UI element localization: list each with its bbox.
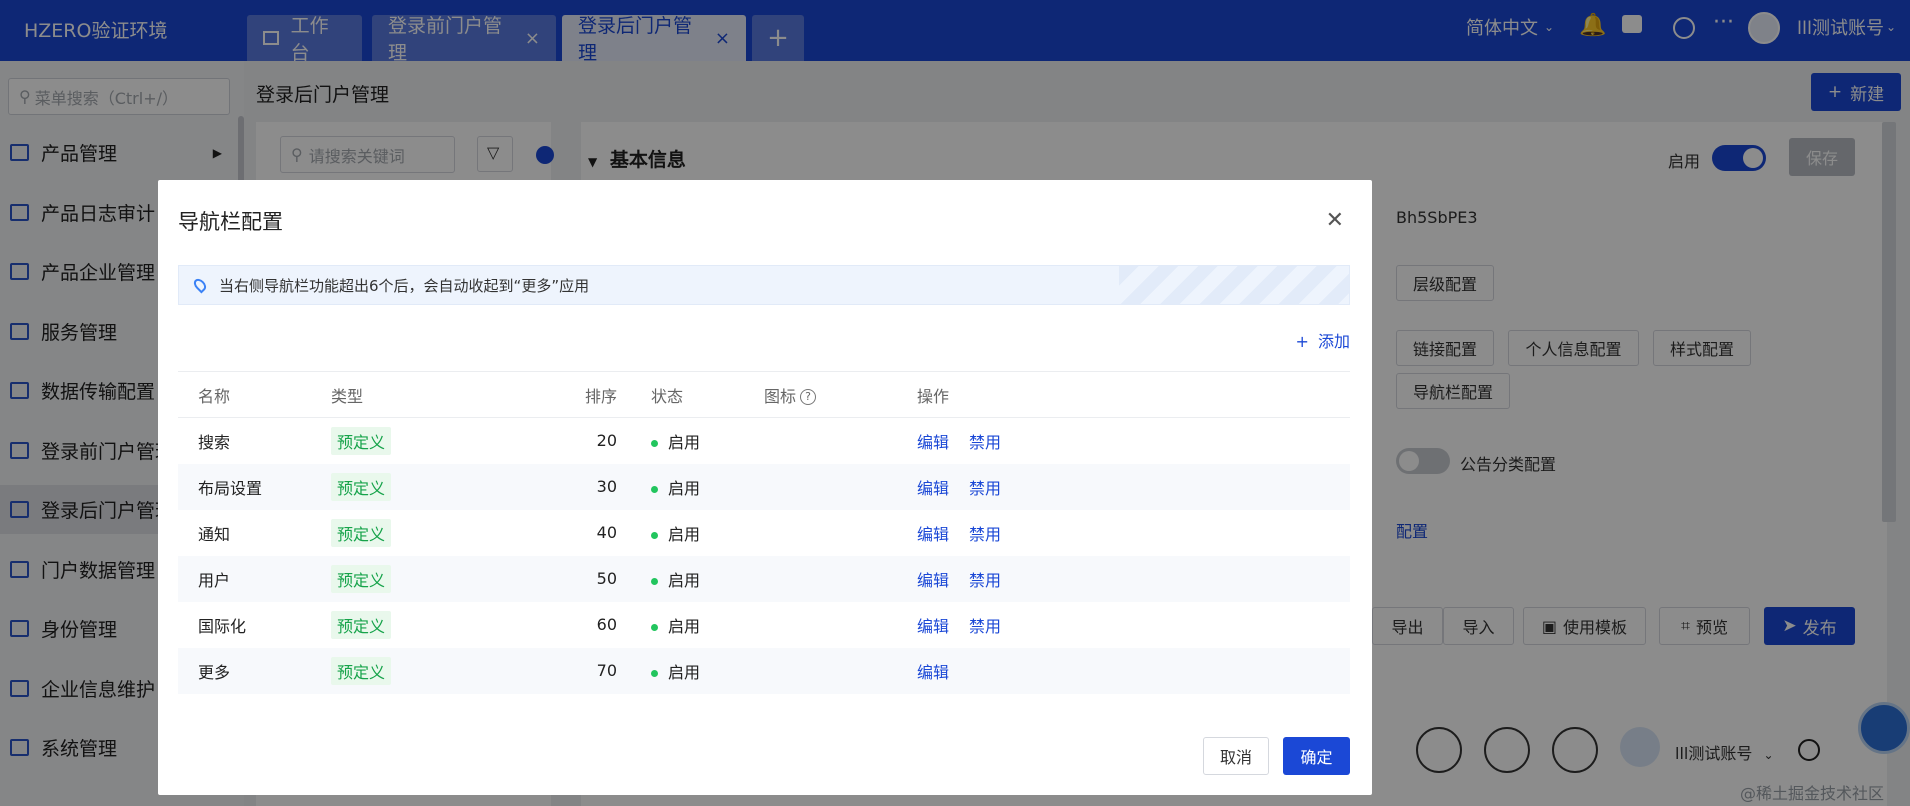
table-row: 布局设置 预定义 30 启用 编辑 禁用 bbox=[178, 463, 1350, 510]
cell-icon bbox=[746, 418, 901, 464]
cell-order: 20 bbox=[596, 431, 617, 451]
type-tag: 预定义 bbox=[331, 656, 392, 685]
add-label: 添加 bbox=[1317, 332, 1350, 351]
disable-link[interactable]: 禁用 bbox=[969, 525, 1001, 544]
edit-link[interactable]: 编辑 bbox=[917, 617, 949, 636]
cell-icon bbox=[746, 647, 901, 694]
cell-order: 60 bbox=[596, 615, 617, 634]
edit-link[interactable]: 编辑 bbox=[917, 433, 949, 452]
question-icon[interactable]: ? bbox=[800, 389, 817, 405]
cell-order: 50 bbox=[516, 555, 631, 602]
decorative-stripes bbox=[1119, 266, 1349, 304]
cancel-button[interactable]: 取消 bbox=[1203, 737, 1269, 775]
cell-icon bbox=[746, 555, 901, 602]
edit-link[interactable]: 编辑 bbox=[917, 571, 949, 590]
cell-name: 通知 bbox=[198, 524, 231, 544]
cell-name: 更多 bbox=[178, 647, 331, 694]
status-text: 启用 bbox=[668, 524, 701, 544]
info-alert: 当右侧导航栏功能超出6个后，会自动收起到“更多”应用 bbox=[178, 265, 1350, 305]
status-text: 启用 bbox=[668, 662, 701, 682]
edit-link[interactable]: 编辑 bbox=[917, 663, 949, 682]
status-text: 启用 bbox=[668, 616, 701, 636]
cell-name: 布局设置 bbox=[178, 463, 331, 510]
status-dot bbox=[651, 531, 658, 539]
column-header-type: 类型 bbox=[331, 371, 516, 418]
disable-link[interactable]: 禁用 bbox=[969, 433, 1001, 452]
column-header-icon: 图标? bbox=[746, 371, 901, 418]
type-tag: 预定义 bbox=[331, 472, 392, 501]
plus-icon: + bbox=[1295, 332, 1309, 351]
edit-link[interactable]: 编辑 bbox=[917, 525, 949, 544]
type-tag: 预定义 bbox=[331, 426, 392, 455]
column-header-actions: 操作 bbox=[901, 371, 1350, 418]
confirm-button[interactable]: 确定 bbox=[1283, 737, 1350, 775]
type-tag: 预定义 bbox=[331, 564, 392, 593]
status-text: 启用 bbox=[668, 570, 701, 590]
status-dot bbox=[651, 623, 658, 631]
disable-link[interactable]: 禁用 bbox=[969, 617, 1001, 636]
cell-name: 搜索 bbox=[198, 432, 231, 452]
cell-name: 用户 bbox=[178, 555, 331, 602]
table-row: 更多 预定义 70 启用 编辑 bbox=[178, 647, 1350, 694]
cell-order: 30 bbox=[516, 463, 631, 510]
disable-link[interactable]: 禁用 bbox=[969, 571, 1001, 590]
status-text: 启用 bbox=[668, 478, 701, 498]
cell-icon bbox=[746, 463, 901, 510]
cell-order: 70 bbox=[516, 647, 631, 694]
column-header-status: 状态 bbox=[631, 371, 746, 418]
status-dot bbox=[651, 485, 658, 493]
info-text: 当右侧导航栏功能超出6个后，会自动收起到“更多”应用 bbox=[219, 276, 590, 295]
cell-name: 国际化 bbox=[198, 616, 247, 636]
location-icon bbox=[191, 276, 209, 294]
type-tag: 预定义 bbox=[331, 610, 392, 639]
table-header-row: 名称 类型 排序 状态 图标? 操作 bbox=[178, 371, 1350, 418]
navbar-table: 名称 类型 排序 状态 图标? 操作 搜索 预定义 20 启用 编辑 禁用 布局设… bbox=[178, 371, 1350, 694]
column-header-name: 名称 bbox=[178, 371, 331, 418]
table-row: 国际化 预定义 60 启用 编辑 禁用 bbox=[178, 602, 1350, 648]
type-tag: 预定义 bbox=[331, 518, 392, 547]
navbar-config-modal: 导航栏配置 ✕ 当右侧导航栏功能超出6个后，会自动收起到“更多”应用 + 添加 … bbox=[158, 180, 1372, 795]
status-text: 启用 bbox=[668, 432, 701, 452]
edit-link[interactable]: 编辑 bbox=[917, 479, 949, 498]
table-row: 用户 预定义 50 启用 编辑 禁用 bbox=[178, 555, 1350, 602]
add-button[interactable]: + 添加 bbox=[1295, 328, 1350, 352]
modal-title: 导航栏配置 bbox=[178, 210, 283, 234]
table-row: 搜索 预定义 20 启用 编辑 禁用 bbox=[178, 418, 1350, 464]
cell-icon bbox=[746, 510, 901, 556]
column-header-icon-label: 图标 bbox=[764, 386, 797, 406]
cell-icon bbox=[746, 602, 901, 648]
status-dot bbox=[651, 577, 658, 585]
cell-order: 40 bbox=[596, 523, 617, 542]
table-row: 通知 预定义 40 启用 编辑 禁用 bbox=[178, 510, 1350, 556]
status-dot bbox=[651, 669, 658, 677]
status-dot bbox=[651, 439, 658, 447]
column-header-order[interactable]: 排序 bbox=[516, 371, 631, 418]
close-icon[interactable]: ✕ bbox=[1326, 208, 1344, 233]
disable-link[interactable]: 禁用 bbox=[969, 479, 1001, 498]
